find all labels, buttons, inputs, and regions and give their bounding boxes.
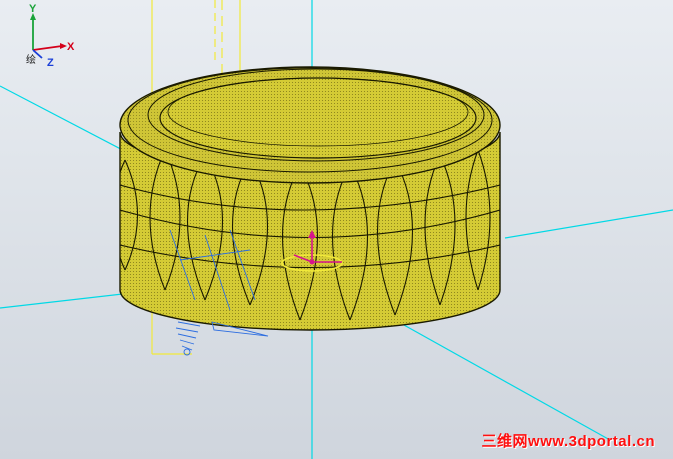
- view-triad[interactable]: Y X Z 绘: [26, 3, 75, 69]
- cylinder-part[interactable]: [113, 66, 501, 331]
- axis-line-right: [504, 209, 673, 239]
- axis-line-lower-right: [394, 319, 611, 441]
- triad-x-arrow: [60, 43, 67, 49]
- triad-z-label: Z: [47, 57, 54, 69]
- sketch-helix: [175, 321, 201, 351]
- triad-x-axis: [32, 45, 63, 51]
- triad-y-label: Y: [29, 3, 37, 15]
- axis-line-upper-left: [0, 85, 139, 159]
- watermark: 三维网www.3dportal.cn: [481, 433, 655, 450]
- cad-viewport[interactable]: Y X Z 绘: [0, 0, 673, 459]
- triad-x-label: X: [67, 41, 75, 53]
- origin-point[interactable]: [309, 259, 315, 265]
- triad-prefix-label: 绘: [26, 53, 36, 66]
